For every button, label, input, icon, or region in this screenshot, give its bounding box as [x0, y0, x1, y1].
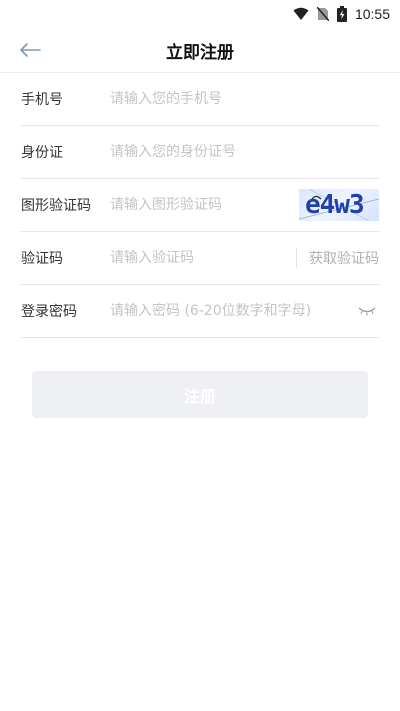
password-toggle[interactable] — [355, 299, 379, 323]
sms-code-row: 验证码 获取验证码 — [21, 232, 379, 285]
captcha-input[interactable] — [110, 190, 299, 220]
register-button[interactable]: 注册 — [32, 371, 368, 418]
phone-row: 手机号 — [21, 73, 379, 126]
register-form: 手机号 身份证 图形验证码 e4w3 验证码 获取验证码 登录密码 — [0, 73, 400, 338]
id-card-label: 身份证 — [21, 145, 63, 161]
phone-label: 手机号 — [21, 92, 63, 108]
arrow-left-icon — [20, 43, 41, 57]
no-sim-icon — [316, 7, 329, 21]
vertical-divider — [296, 248, 297, 268]
sms-code-label: 验证码 — [21, 251, 63, 267]
page-title: 立即注册 — [166, 42, 234, 63]
submit-wrap: 注册 — [0, 371, 400, 418]
captcha-text: e4w3 — [305, 190, 365, 220]
id-card-row: 身份证 — [21, 126, 379, 179]
password-row: 登录密码 — [21, 285, 379, 338]
captcha-row: 图形验证码 e4w3 — [21, 179, 379, 232]
eye-closed-icon — [358, 307, 376, 316]
captcha-image[interactable]: e4w3 — [299, 189, 379, 221]
get-code-button[interactable]: 获取验证码 — [309, 248, 379, 268]
password-input[interactable] — [110, 296, 355, 326]
wifi-icon — [293, 7, 309, 20]
status-time: 10:55 — [354, 6, 390, 22]
battery-charging-icon — [336, 6, 347, 22]
captcha-label: 图形验证码 — [21, 198, 91, 214]
nav-bar: 立即注册 — [0, 28, 400, 73]
password-label: 登录密码 — [21, 304, 77, 320]
back-button[interactable] — [16, 36, 44, 64]
phone-input[interactable] — [110, 84, 379, 114]
sms-code-input[interactable] — [110, 243, 296, 273]
id-card-input[interactable] — [110, 137, 379, 167]
status-bar: 10:55 — [0, 0, 400, 28]
